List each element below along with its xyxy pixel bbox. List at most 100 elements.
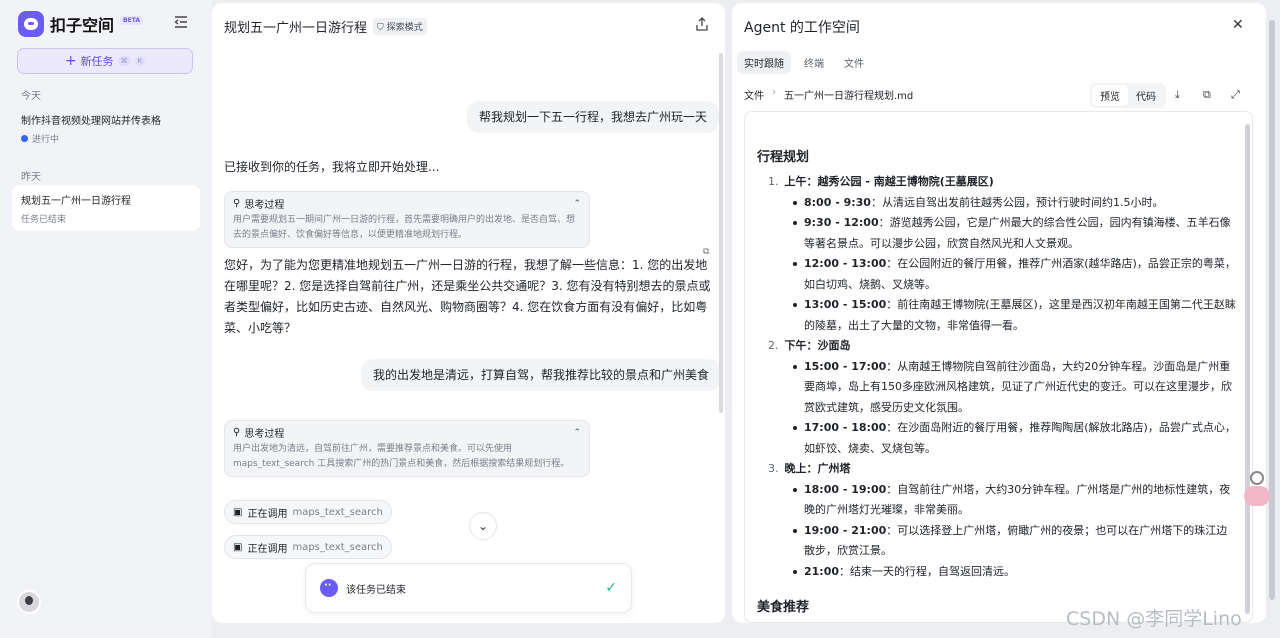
tool-name: maps_text_search — [292, 506, 383, 518]
tool-icon: ▣ — [233, 506, 243, 518]
shortcut-k: K — [134, 56, 146, 66]
user-message: 帮我规划一下五一行程，我想去广州玩一天 — [467, 101, 720, 133]
code-button[interactable]: 代码 — [1128, 85, 1164, 106]
sidebar: 扣子空间 BETA + 新任务 ⌘ K 今天 制作抖音视频处理网站并传表格 进行… — [0, 0, 212, 638]
itinerary-item: 18:00 - 19:00：自驾前往广州塔，大约30分钟车程。广州塔是广州的地标… — [793, 480, 1237, 521]
workspace-panel: Agent 的工作空间 ✕ 实时跟随 终端 文件 文件 › 五一广州一日游行程规… — [732, 3, 1266, 623]
item-time: 9:30 - 12:00 — [804, 216, 879, 229]
section-number: 3. — [768, 462, 779, 475]
bot-icon — [320, 579, 338, 597]
brand-row[interactable]: 扣子空间 BETA — [18, 11, 143, 37]
floating-assistant-icon[interactable] — [1244, 486, 1270, 506]
sidebar-task-item[interactable]: 制作抖音视频处理网站并传表格 进行中 — [12, 105, 200, 152]
workspace-title: Agent 的工作空间 — [744, 20, 860, 36]
item-time: 15:00 - 17:00 — [804, 359, 887, 373]
tool-call-chip[interactable]: ▣ 正在调用 maps_text_search — [224, 500, 392, 524]
shortcut-cmd: ⌘ — [117, 56, 131, 66]
chevron-right-icon: › — [772, 87, 776, 98]
watermark: CSDN @李同学Lino — [1066, 608, 1242, 630]
itinerary-section-heading: 2. 下午：沙面岛 — [768, 336, 1237, 357]
new-task-button[interactable]: + 新任务 ⌘ K — [17, 48, 193, 74]
tab-terminal[interactable]: 终端 — [797, 51, 831, 74]
section-today: 今天 — [21, 91, 41, 102]
doc-heading: 行程规划 — [757, 150, 810, 165]
chat-title: 规划五一广州一日游行程 — [224, 21, 368, 36]
thinking-block[interactable]: ⚲ 思考过程 ⌃ 用户需要规划五一期间广州一日游的行程，首先需要明确用户的出发地、是… — [224, 191, 590, 248]
floating-widget-icon[interactable] — [1250, 471, 1264, 485]
section-yesterday: 昨天 — [21, 172, 41, 183]
thinking-text: 用户需要规划五一期间广州一日游的行程，首先需要明确用户的出发地、是否自驾、想去的… — [233, 215, 576, 240]
brand-name: 扣子空间 — [50, 16, 115, 35]
breadcrumb: 文件 › 五一广州一日游行程规划.md — [744, 87, 913, 102]
sidebar-task-item-active[interactable]: 规划五一广州一日游行程 任务已结束 — [12, 185, 200, 231]
download-icon[interactable]: ⤓ — [1175, 88, 1180, 102]
chat-scrollbar[interactable] — [719, 53, 723, 413]
assistant-message: 您好，为了能为您更精准地规划五一广州一日游的行程，我想了解一些信息：1. 您的出… — [224, 258, 711, 335]
item-time: 8:00 - 9:30 — [804, 195, 871, 209]
itinerary-item: 13:00 - 15:00：前往南越王博物院(王墓展区)，这里是西汉初年南越王国… — [793, 295, 1237, 336]
item-time: 21:00 — [804, 564, 840, 578]
task-ended-card: 该任务已结束 ✓ — [305, 563, 632, 613]
item-time: 13:00 - 15:00 — [804, 298, 887, 311]
check-icon: ✓ — [605, 580, 617, 596]
tool-status: 正在调用 — [247, 508, 288, 520]
copy-icon[interactable]: ⧉ — [1203, 88, 1211, 102]
view-toggle: 预览 代码 — [1090, 83, 1166, 108]
task-status: 任务已结束 — [21, 215, 67, 225]
item-time: 12:00 - 13:00 — [804, 257, 887, 270]
collapse-sidebar-icon[interactable] — [174, 16, 188, 28]
tool-icon: ▣ — [233, 541, 243, 553]
user-message: 我的出发地是清远，打算自驾，帮我推荐比较的景点和广州美食 — [361, 359, 722, 391]
document-content: 行程规划 1. 上午：越秀公园 - 南越王博物院(王墓展区) 8:00 - 9:30… — [757, 146, 1237, 622]
itinerary-item: 21:00：结束一天的行程，自驾返回清远。 — [793, 562, 1237, 583]
tool-name: maps_text_search — [292, 541, 383, 553]
item-text: ：结束一天的行程，自驾返回清远。 — [839, 564, 1016, 578]
section-title: 下午：沙面岛 — [784, 339, 851, 352]
tool-status: 正在调用 — [247, 543, 288, 555]
item-time: 18:00 - 19:00 — [804, 482, 887, 496]
task-ended-text: 该任务已结束 — [346, 584, 406, 596]
item-time: 17:00 - 18:00 — [804, 421, 887, 434]
thinking-label: 思考过程 — [244, 429, 285, 440]
bulb-icon: ⚲ — [233, 427, 241, 438]
close-icon[interactable]: ✕ — [1232, 17, 1244, 33]
expand-icon[interactable]: ⤢ — [1231, 88, 1240, 102]
section-title: 上午：越秀公园 - 南越王博物院(王墓展区) — [784, 175, 994, 188]
chat-panel: 规划五一广州一日游行程 ⛉ 探索模式 帮我规划一下五一行程，我想去广州玩一天 已… — [212, 3, 725, 623]
task-title: 制作抖音视频处理网站并传表格 — [21, 116, 161, 127]
thinking-block[interactable]: ⚲ 思考过程 ⌃ 用户出发地为清远，自驾前往广州，需要推荐景点和美食。可以先使用ma… — [224, 420, 590, 477]
itinerary-item: 15:00 - 17:00：从南越王博物院自驾前往沙面岛，大约20分钟车程。沙面… — [793, 357, 1237, 419]
preview-button[interactable]: 预览 — [1092, 85, 1128, 106]
doc-scrollbar[interactable] — [1245, 124, 1250, 614]
user-avatar[interactable] — [17, 590, 41, 614]
itinerary-section-heading: 1. 上午：越秀公园 - 南越王博物院(王墓展区) — [768, 172, 1237, 193]
tab-live[interactable]: 实时跟随 — [737, 51, 791, 74]
breadcrumb-root[interactable]: 文件 — [744, 87, 764, 102]
assistant-message: 已接收到你的任务，我将立即开始处理... — [224, 160, 440, 174]
chevron-up-icon[interactable]: ⌃ — [573, 428, 581, 438]
tab-files[interactable]: 文件 — [837, 51, 871, 74]
bulb-icon: ⚲ — [233, 198, 241, 209]
document-preview: 行程规划 1. 上午：越秀公园 - 南越王博物院(王墓展区) 8:00 - 9:30… — [744, 111, 1253, 623]
beta-badge: BETA — [120, 15, 143, 25]
logo-icon — [18, 11, 44, 37]
itinerary-item: 8:00 - 9:30：从清远自驾出发前往越秀公园，预计行驶时间约1.5小时。 — [793, 193, 1237, 214]
itinerary-item: 19:00 - 21:00：可以选择登上广州塔，俯瞰广州的夜景；也可以在广州塔下… — [793, 521, 1237, 562]
itinerary-item: 9:30 - 12:00：游览越秀公园，它是广州最大的综合性公园，园内有镇海楼、… — [793, 213, 1237, 254]
share-icon[interactable] — [695, 17, 709, 31]
section-title: 晚上：广州塔 — [784, 462, 851, 475]
mode-badge[interactable]: ⛉ 探索模式 — [373, 18, 427, 35]
running-dot-icon — [21, 135, 28, 142]
tool-call-chip[interactable]: ▣ 正在调用 maps_text_search — [224, 535, 392, 559]
mode-label: 探索模式 — [386, 23, 423, 33]
task-status: 进行中 — [32, 135, 60, 145]
itinerary-section-heading: 3. 晚上：广州塔 — [768, 459, 1237, 480]
chat-header: 规划五一广州一日游行程 ⛉ 探索模式 — [224, 17, 427, 36]
task-title: 规划五一广州一日游行程 — [21, 196, 131, 207]
breadcrumb-file: 五一广州一日游行程规划.md — [784, 91, 914, 102]
page-scrollbar[interactable] — [1269, 20, 1275, 600]
scroll-down-button[interactable]: ⌄ — [469, 512, 497, 540]
section-number: 1. — [768, 175, 779, 188]
item-time: 19:00 - 21:00 — [804, 523, 887, 537]
chevron-up-icon[interactable]: ⌃ — [573, 199, 581, 209]
